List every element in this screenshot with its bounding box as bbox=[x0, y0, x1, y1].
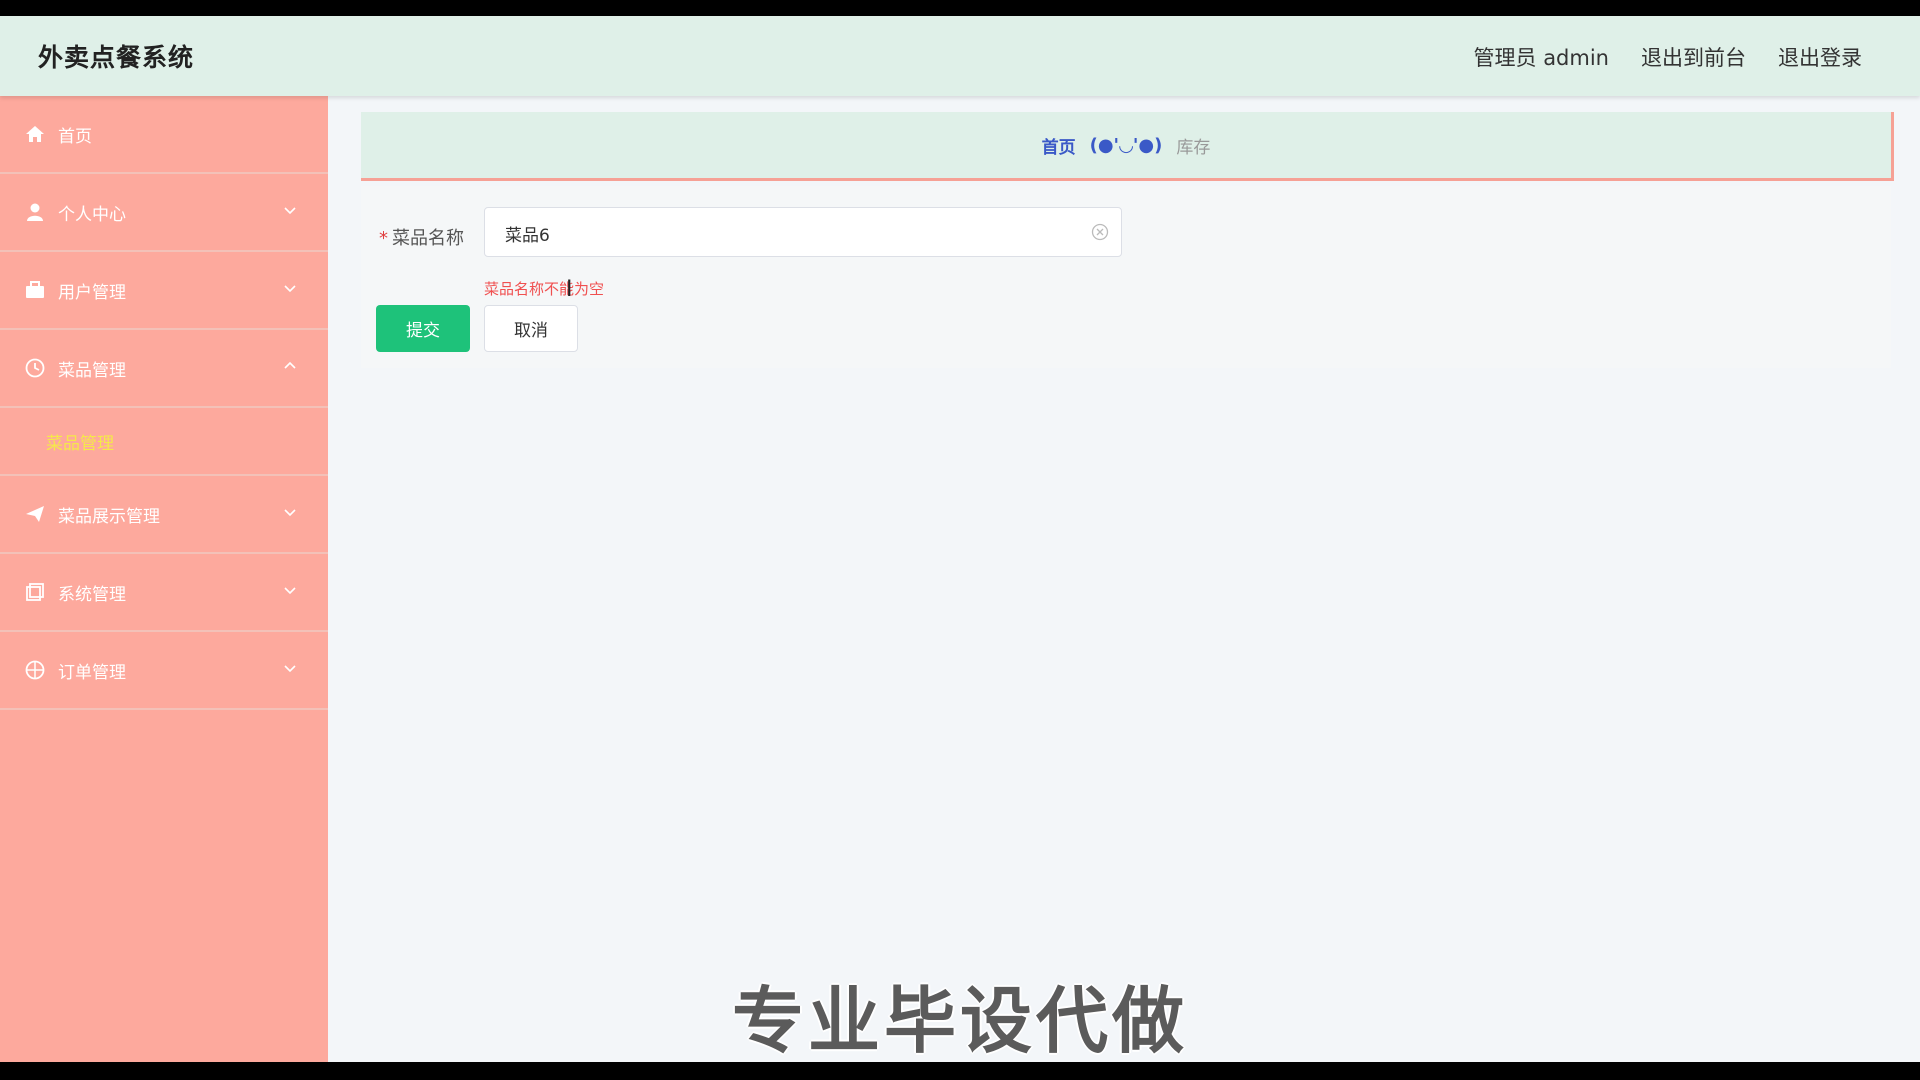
chevron-down-icon bbox=[284, 665, 296, 673]
watermark-overlay: 专业毕设代做 bbox=[731, 979, 1188, 1062]
chevron-up-icon bbox=[284, 361, 296, 369]
breadcrumb-home[interactable]: 首页 bbox=[1042, 133, 1076, 158]
sidebar-item-label: 用户管理 bbox=[58, 282, 126, 303]
admin-user-label[interactable]: 管理员 admin bbox=[1474, 42, 1609, 72]
breadcrumb: 首页 (●'◡'●) 库存 bbox=[361, 112, 1894, 181]
sidebar-item-label: 个人中心 bbox=[58, 204, 126, 225]
clock-icon bbox=[24, 357, 46, 379]
sidebar-item-dish-display[interactable]: 菜品展示管理 bbox=[0, 476, 328, 554]
sidebar-item-label: 系统管理 bbox=[58, 584, 126, 605]
required-mark: * bbox=[379, 228, 388, 249]
chevron-down-icon bbox=[284, 587, 296, 595]
sidebar-item-order-management[interactable]: 订单管理 bbox=[0, 632, 328, 710]
submenu-item-dish-management[interactable]: 菜品管理 bbox=[46, 429, 114, 454]
cancel-button[interactable]: 取消 bbox=[484, 305, 578, 352]
chevron-down-icon bbox=[284, 509, 296, 517]
sidebar: 首页 个人中心 用户管理 菜品管理 菜品管理 菜品展示管理 系统管理 订单管理 bbox=[0, 96, 328, 1062]
breadcrumb-current: 库存 bbox=[1176, 137, 1211, 158]
chevron-down-icon bbox=[284, 207, 296, 215]
breadcrumb-emoji: (●'◡'●) bbox=[1089, 134, 1163, 156]
sidebar-item-label: 订单管理 bbox=[58, 662, 126, 683]
header-links: 管理员 admin 退出到前台 退出登录 bbox=[1474, 42, 1862, 72]
copy-icon bbox=[24, 581, 46, 603]
dish-form: *菜品名称 菜品名称不能为空 I 提交 取消 bbox=[361, 186, 1891, 368]
dish-name-input[interactable] bbox=[505, 220, 1065, 246]
sidebar-item-personal-center[interactable]: 个人中心 bbox=[0, 174, 328, 252]
app-title: 外卖点餐系统 bbox=[38, 43, 195, 72]
clear-icon[interactable] bbox=[1091, 223, 1109, 241]
send-icon bbox=[24, 503, 46, 525]
chevron-down-icon bbox=[284, 285, 296, 293]
logout-link[interactable]: 退出登录 bbox=[1778, 42, 1862, 72]
home-icon bbox=[24, 123, 46, 145]
dish-name-label-text: 菜品名称 bbox=[392, 228, 464, 249]
globe-icon bbox=[24, 659, 46, 681]
sidebar-item-dish-management[interactable]: 菜品管理 bbox=[0, 330, 328, 408]
sidebar-item-label: 首页 bbox=[58, 126, 92, 147]
top-header: 外卖点餐系统 管理员 admin 退出到前台 退出登录 bbox=[0, 16, 1920, 96]
app-screen: 外卖点餐系统 管理员 admin 退出到前台 退出登录 首页 个人中心 用户管理 bbox=[0, 16, 1920, 1062]
submit-button[interactable]: 提交 bbox=[376, 305, 470, 352]
sidebar-item-label: 菜品管理 bbox=[58, 360, 126, 381]
dish-name-label: * 菜品名称 bbox=[379, 224, 464, 250]
exit-to-front-link[interactable]: 退出到前台 bbox=[1641, 42, 1746, 72]
sidebar-item-home[interactable]: 首页 bbox=[0, 96, 328, 174]
user-icon bbox=[24, 201, 46, 223]
dish-name-field[interactable] bbox=[484, 207, 1122, 257]
sidebar-item-user-management[interactable]: 用户管理 bbox=[0, 252, 328, 330]
submenu-dish-management: 菜品管理 bbox=[0, 408, 328, 476]
briefcase-icon bbox=[24, 279, 46, 301]
sidebar-item-system-management[interactable]: 系统管理 bbox=[0, 554, 328, 632]
sidebar-item-label: 菜品展示管理 bbox=[58, 506, 160, 527]
validation-error: 菜品名称不能为空 bbox=[484, 280, 605, 298]
text-cursor-icon: I bbox=[566, 277, 573, 302]
